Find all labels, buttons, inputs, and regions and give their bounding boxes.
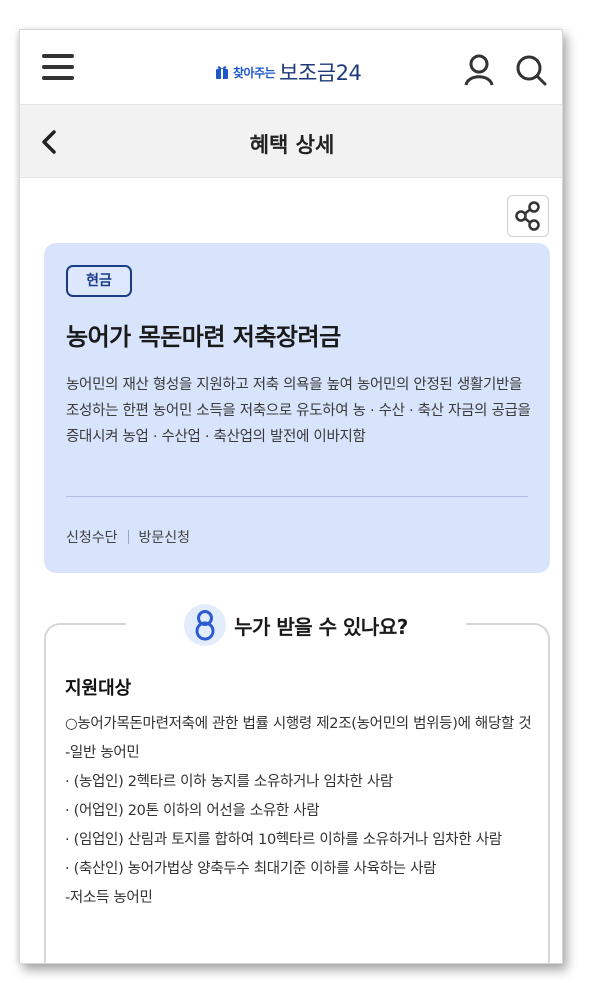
target-heading: 지원대상 [65, 678, 132, 699]
benefit-type-badge: 현금 [66, 265, 132, 297]
target-line: · (임업인) 산림과 토지를 합하여 10헥타르 이하를 소유하거나 임차한 … [65, 832, 502, 848]
benefit-summary-card: 현금 농어가 목돈마련 저축장려금 농어민의 재산 형성을 지원하고 저축 의욕… [44, 243, 550, 573]
target-line: · (농업인) 2헥타르 이하 농지를 소유하거나 임차한 사람 [65, 774, 393, 790]
target-line: -저소득 농어민 [65, 890, 153, 906]
page-header: 혜택 상세 [20, 104, 562, 178]
separator [127, 530, 129, 544]
divider [66, 496, 528, 497]
benefit-description: 농어민의 재산 형성을 지원하고 저축 의욕을 높여 농어민의 안정된 생활기반… [66, 377, 531, 445]
benefit-title: 농어가 목돈마련 저축장려금 [66, 323, 341, 351]
search-icon[interactable] [515, 54, 547, 86]
person-icon [184, 604, 227, 646]
gift-icon [216, 66, 228, 79]
site-logo[interactable]: 찾아주는 보조금24 [215, 57, 362, 87]
app-frame: 찾아주는 보조금24 혜택 상세 현금 농어가 목돈마련 저축장려금 농어민의 … [19, 29, 563, 964]
share-button[interactable] [507, 195, 549, 237]
page-title: 혜택 상세 [249, 133, 335, 157]
menu-icon[interactable] [42, 54, 74, 80]
target-line: -일반 농어민 [65, 745, 140, 761]
application-method-label: 신청수단 [66, 530, 118, 546]
top-nav: 찾아주는 보조금24 [20, 30, 562, 106]
target-line: · (축산인) 농어가법상 양축두수 최대기준 이하를 사육하는 사람 [65, 861, 437, 877]
application-method-value: 방문신청 [138, 530, 191, 546]
application-method: 신청수단 방문신청 [66, 527, 190, 547]
target-description: ○농어가목돈마련저축에 관한 법률 시행령 제2조(농어민의 범위등)에 해당할… [65, 710, 535, 913]
target-line: · (어업인) 20톤 이하의 어선을 소유한 사람 [65, 803, 320, 819]
user-icon[interactable] [464, 54, 494, 86]
eligibility-header: 누가 받을 수 있나요? [126, 604, 466, 646]
share-icon [515, 201, 540, 231]
target-line: ○농어가목돈마련저축에 관한 법률 시행령 제2조(농어민의 범위등)에 해당할… [65, 716, 532, 732]
logo-big-text: 보조금24 [279, 61, 362, 85]
logo-small-text: 찾아주는 [233, 65, 276, 80]
eligibility-title: 누가 받을 수 있나요? [234, 614, 408, 639]
